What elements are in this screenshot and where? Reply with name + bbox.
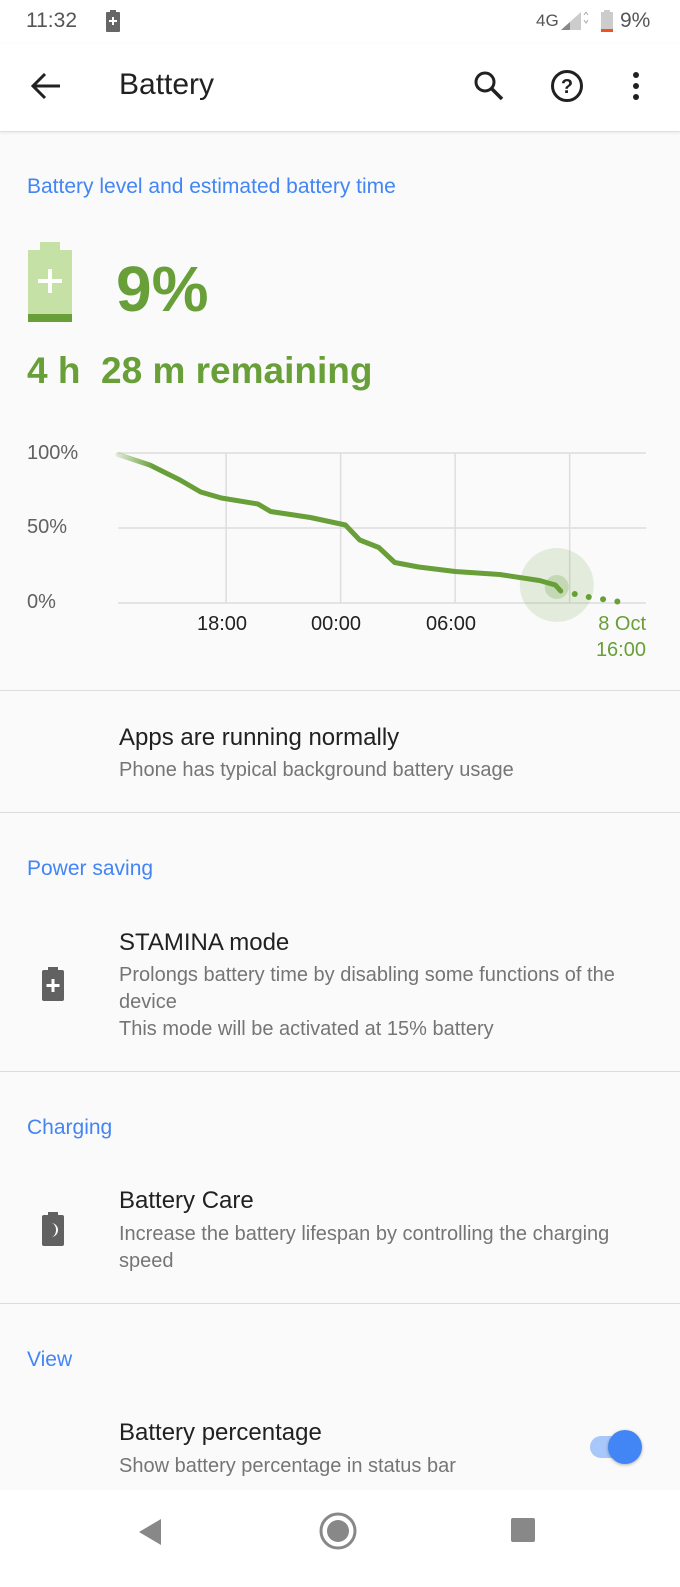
- back-arrow-icon[interactable]: [30, 72, 62, 100]
- nav-recents-icon[interactable]: [510, 1517, 536, 1543]
- help-icon[interactable]: ?: [550, 69, 584, 103]
- stamina-title: STAMINA mode: [119, 929, 290, 956]
- stamina-activation-note: This mode will be activated at 15% batte…: [119, 1018, 494, 1040]
- search-icon[interactable]: [472, 69, 506, 103]
- svg-text:?: ?: [561, 76, 573, 98]
- battery-percentage-title: Battery percentage: [119, 1419, 322, 1446]
- battery-level-header: Battery level and estimated battery time: [27, 175, 396, 198]
- chart-plot: [115, 452, 646, 622]
- battery-chart: 100% 50% 0% 18:00 00:00 06:00 8 Oct 16:0…: [0, 430, 680, 670]
- status-bar: 11:32 4G 9%: [0, 0, 680, 44]
- more-vert-icon[interactable]: [630, 70, 642, 102]
- stamina-subtitle: Prolongs battery time by disabling some …: [119, 964, 615, 1013]
- divider: [0, 812, 680, 813]
- app-bar: Battery ?: [0, 44, 680, 132]
- battery-charging-icon: [28, 242, 72, 322]
- apps-status-item[interactable]: Apps are running normally Phone has typi…: [0, 691, 680, 812]
- network-type: 4G: [536, 11, 559, 30]
- page-title: Battery: [119, 68, 215, 101]
- battery-care-item[interactable]: Battery Care Increase the battery lifesp…: [0, 1165, 680, 1300]
- battery-care-subtitle: Increase the battery lifespan by control…: [119, 1223, 610, 1272]
- status-battery-percent: 9%: [620, 9, 651, 32]
- stamina-mode-item[interactable]: STAMINA mode Prolongs battery time by di…: [0, 905, 680, 1070]
- apps-status-title: Apps are running normally: [119, 724, 400, 751]
- projected-point: [600, 596, 607, 603]
- battery-level-line: [115, 452, 564, 594]
- battery-plus-icon: [42, 967, 64, 1001]
- toggle-thumb: [608, 1430, 642, 1464]
- divider: [0, 1071, 680, 1072]
- divider: [0, 1303, 680, 1304]
- apps-status-subtitle: Phone has typical background battery usa…: [119, 759, 514, 781]
- charging-header: Charging: [27, 1116, 113, 1139]
- status-time: 11:32: [26, 9, 77, 32]
- battery-charging-status-icon: [106, 10, 120, 32]
- power-saving-header: Power saving: [27, 857, 154, 880]
- signal-icon: [561, 12, 589, 30]
- navigation-bar: [0, 1490, 680, 1587]
- current-marker: [544, 575, 569, 599]
- battery-percentage-toggle[interactable]: [590, 1430, 642, 1464]
- remaining-time: 4 h 28 m remaining: [27, 350, 373, 391]
- projected-point: [614, 598, 621, 605]
- battery-care-icon: [42, 1212, 64, 1246]
- battery-level: 9%: [116, 253, 209, 325]
- battery-status-icon: [601, 10, 613, 32]
- view-header: View: [27, 1348, 73, 1371]
- battery-percentage-subtitle: Show battery percentage in status bar: [119, 1455, 456, 1477]
- battery-care-title: Battery Care: [119, 1187, 254, 1214]
- nav-home-icon[interactable]: [318, 1511, 358, 1551]
- battery-percentage-item[interactable]: Battery percentage Show battery percenta…: [0, 1395, 680, 1490]
- nav-back-icon[interactable]: [137, 1517, 163, 1547]
